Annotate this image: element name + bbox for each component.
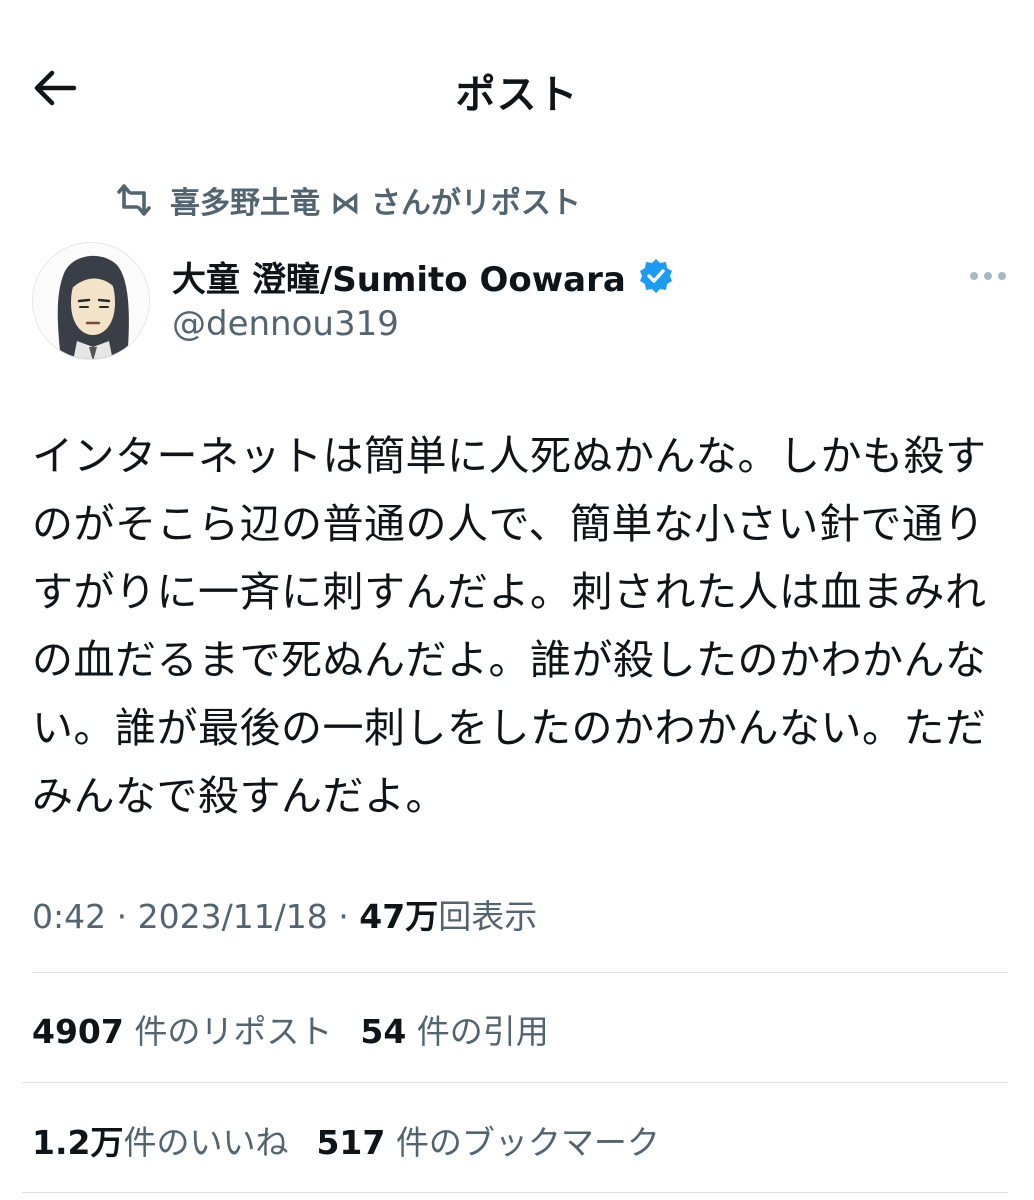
repost-icon — [117, 184, 151, 216]
views-count: 47万 — [359, 897, 439, 936]
bookmarks-stat[interactable]: 517 件のブックマーク — [316, 1116, 659, 1164]
author-handle[interactable]: @dennou319 — [172, 304, 399, 344]
reposts-stat[interactable]: 4907 件のリポスト — [32, 1005, 332, 1053]
meta-separator: · — [338, 897, 360, 936]
more-options-button[interactable] — [962, 258, 1014, 294]
post-meta: 0:42 · 2023/11/18 · 47万回表示 — [32, 890, 537, 938]
views-label: 回表示 — [438, 897, 538, 936]
divider — [32, 972, 1008, 973]
quotes-label: 件の引用 — [416, 1012, 549, 1051]
author-name: 大童 澄瞳/Sumito Oowara — [172, 259, 626, 300]
more-dot-icon — [984, 272, 992, 280]
post-time[interactable]: 0:42 — [32, 897, 106, 936]
stats-row-reposts: 4907 件のリポスト 54 件の引用 — [32, 1005, 549, 1053]
likes-count: 1.2万 — [32, 1123, 124, 1162]
meta-separator: · — [116, 897, 138, 936]
more-dot-icon — [970, 272, 978, 280]
quotes-count: 54 — [360, 1012, 407, 1051]
repost-indicator[interactable]: 喜多野土竜 ⋈ さんがリポスト — [114, 176, 581, 224]
page-title: ポスト — [455, 72, 579, 118]
top-bar: ポスト — [0, 0, 1034, 175]
post-date[interactable]: 2023/11/18 — [138, 897, 328, 936]
reposts-count: 4907 — [32, 1012, 124, 1051]
reposts-label: 件のリポスト — [134, 1012, 333, 1051]
avatar[interactable] — [32, 242, 150, 360]
bookmarks-count: 517 — [316, 1123, 386, 1162]
author-name-row[interactable]: 大童 澄瞳/Sumito Oowara — [172, 250, 674, 302]
bookmarks-label: 件のブックマーク — [395, 1123, 660, 1162]
likes-label: 件のいいね — [123, 1123, 289, 1162]
more-dot-icon — [998, 272, 1006, 280]
post-text: インターネットは簡単に人死ぬかんな。しかも殺すのがそこら辺の普通の人で、簡単な小… — [32, 432, 987, 820]
avatar-illustration — [33, 243, 149, 359]
repost-label: 喜多野土竜 ⋈ さんがリポスト — [170, 186, 581, 221]
divider — [22, 1082, 1008, 1083]
stats-row-likes: 1.2万件のいいね 517 件のブックマーク — [32, 1116, 660, 1164]
likes-stat[interactable]: 1.2万件のいいね — [32, 1116, 288, 1164]
divider — [22, 1192, 1008, 1193]
post-page: ポスト 喜多野土竜 ⋈ さんがリポスト 大童 澄瞳/Sumito Oowara — [0, 0, 1034, 1200]
verified-badge-icon — [639, 259, 672, 293]
quotes-stat[interactable]: 54 件の引用 — [360, 1005, 548, 1053]
